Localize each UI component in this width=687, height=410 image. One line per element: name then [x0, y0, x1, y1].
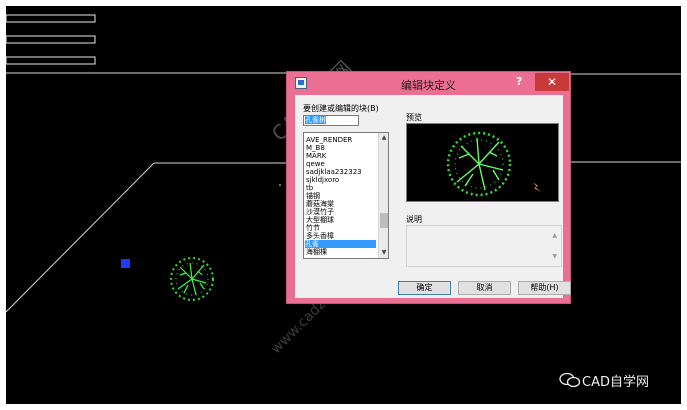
description-scroll-down-icon[interactable]: ▼ [552, 253, 557, 260]
preview-image [446, 131, 541, 197]
dialog-client-area: 要创建或编辑的块(B) 孔雀树 AVE_RENDER M_B8 MARK qew… [295, 95, 571, 298]
edit-block-definition-dialog: 编辑块定义 ? ✕ 要创建或编辑的块(B) 孔雀树 AVE_RENDER M_B… [286, 71, 571, 304]
block-name-input[interactable]: 孔雀树 [303, 115, 359, 126]
block-to-edit-label: 要创建或编辑的块(B) [303, 104, 379, 113]
list-item[interactable]: MARK [306, 152, 326, 160]
wechat-icon [559, 372, 581, 388]
peacock-tree-block[interactable] [166, 253, 218, 305]
scroll-up-icon[interactable]: ▲ [379, 134, 388, 141]
list-item[interactable]: AVE_RENDER [306, 136, 352, 144]
list-item[interactable]: M_B8 [306, 144, 325, 152]
list-item[interactable]: 竹节 [306, 224, 320, 232]
list-item[interactable]: 多头香樟 [306, 232, 334, 240]
list-item[interactable]: sadjklaa232323 [306, 168, 362, 176]
list-item[interactable]: 海棚棵 [306, 248, 327, 256]
lightning-icon [533, 182, 541, 192]
brand-label: CAD自学网 [582, 375, 649, 390]
cancel-button[interactable]: 取消 [458, 281, 511, 295]
list-item[interactable]: 蘑菇海棠 [306, 200, 334, 208]
close-button[interactable]: ✕ [535, 73, 569, 91]
scroll-thumb[interactable] [380, 213, 388, 228]
ok-button[interactable]: 确定 [398, 281, 451, 295]
list-scrollbar[interactable]: ▲ ▼ [378, 133, 388, 258]
preview-label: 预览 [406, 113, 422, 122]
list-item[interactable]: qewe [306, 160, 325, 168]
description-label: 说明 [406, 215, 422, 224]
description-box[interactable]: ▲ ▼ [406, 225, 562, 267]
list-item[interactable]: sjkldjxoro [306, 176, 339, 184]
list-item[interactable]: 锚钢 [306, 192, 320, 200]
block-preview [406, 123, 559, 202]
list-item-selected[interactable]: 孔雀 [305, 240, 376, 248]
description-scroll-up-icon[interactable]: ▲ [552, 232, 557, 239]
block-name-value: 孔雀树 [305, 116, 326, 124]
help-question-button[interactable]: ? [516, 75, 522, 88]
block-list[interactable]: AVE_RENDER M_B8 MARK qewe sadjklaa232323… [303, 132, 389, 259]
list-item[interactable]: 沙漠竹子 [306, 208, 334, 216]
scroll-down-icon[interactable]: ▼ [379, 249, 388, 256]
selection-grip[interactable] [121, 259, 130, 268]
dialog-titlebar[interactable]: 编辑块定义 ? ✕ [287, 72, 570, 95]
help-button[interactable]: 帮助(H) [518, 281, 571, 295]
dialog-title: 编辑块定义 [401, 79, 456, 92]
list-item[interactable]: tb [306, 184, 313, 192]
list-item[interactable]: 大型棚球 [306, 216, 334, 224]
